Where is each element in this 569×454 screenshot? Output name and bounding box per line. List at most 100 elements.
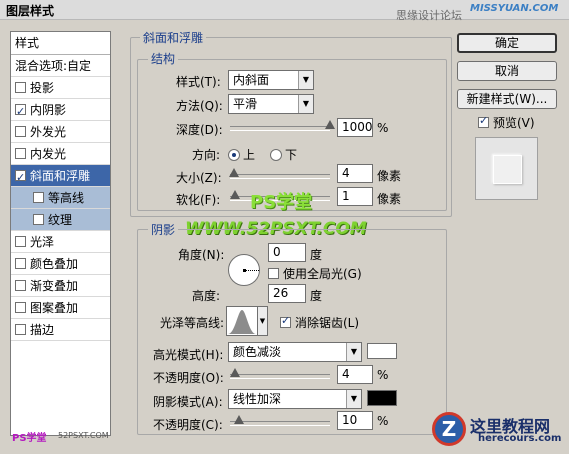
depth-slider-thumb[interactable] — [325, 120, 335, 129]
size-slider[interactable] — [229, 168, 330, 179]
style-item-checkbox[interactable] — [15, 236, 26, 247]
shadow-color-swatch[interactable] — [367, 390, 397, 406]
style-item-3[interactable]: 内发光 — [11, 143, 110, 165]
highlight-opacity-label: 不透明度(O): — [153, 371, 224, 385]
angle-input[interactable]: 0 — [268, 243, 306, 262]
structure-group-title: 结构 — [148, 50, 179, 67]
highlight-opacity-slider[interactable] — [230, 368, 330, 379]
bevel-group-title: 斜面和浮雕 — [140, 29, 207, 46]
antialias-option[interactable]: 消除锯齿(L) — [280, 314, 359, 331]
direction-up-radio[interactable] — [228, 149, 240, 161]
style-item-7[interactable]: 光泽 — [11, 231, 110, 253]
direction-up-option[interactable]: 上 — [228, 146, 255, 163]
styles-list: 样式 混合选项:自定 投影内阴影外发光内发光斜面和浮雕等高线纹理光泽颜色叠加渐变… — [10, 31, 111, 436]
altitude-unit: 度 — [310, 289, 323, 303]
style-item-checkbox[interactable] — [15, 101, 26, 123]
style-item-label: 内阴影 — [30, 103, 67, 117]
depth-input[interactable]: 1000 — [337, 118, 373, 137]
style-item-label: 斜面和浮雕 — [30, 169, 91, 183]
style-label: 样式(T): — [176, 75, 221, 89]
style-item-11[interactable]: 描边 — [11, 319, 110, 341]
soften-slider-thumb[interactable] — [230, 190, 240, 199]
highlight-opacity-input[interactable]: 4 — [337, 365, 373, 384]
style-item-label: 光泽 — [30, 235, 55, 249]
depth-label: 深度(D): — [176, 123, 223, 137]
window-title: 图层样式 — [6, 4, 55, 18]
style-item-4[interactable]: 斜面和浮雕 — [11, 165, 110, 189]
highlight-mode-label: 高光模式(H): — [153, 348, 224, 362]
shading-group-title: 阴影 — [148, 221, 179, 238]
style-item-checkbox[interactable] — [15, 324, 26, 335]
watermark-top-text: 思缘设计论坛 — [396, 9, 462, 22]
ok-button[interactable]: 确定 — [457, 33, 557, 53]
method-select-value: 平滑 — [233, 97, 258, 111]
depth-unit: % — [377, 121, 389, 135]
style-item-10[interactable]: 图案叠加 — [11, 297, 110, 319]
style-item-5[interactable]: 等高线 — [11, 187, 110, 209]
global-light-checkbox[interactable] — [268, 268, 279, 279]
cancel-button[interactable]: 取消 — [457, 61, 557, 81]
altitude-input[interactable]: 26 — [268, 284, 306, 303]
style-item-label: 内发光 — [30, 147, 67, 161]
antialias-checkbox[interactable] — [280, 314, 291, 328]
chevron-down-icon[interactable]: ▼ — [258, 306, 268, 336]
style-item-checkbox[interactable] — [15, 167, 26, 189]
style-item-checkbox[interactable] — [15, 302, 26, 313]
style-item-label: 描边 — [30, 323, 55, 337]
watermark-bottom-url: 52PSXT.COM — [58, 431, 109, 440]
highlight-mode-select[interactable]: 颜色减淡 ▼ — [228, 342, 362, 362]
style-item-label: 投影 — [30, 81, 55, 95]
global-light-option[interactable]: 使用全局光(G) — [268, 265, 362, 282]
highlight-opacity-unit: % — [377, 368, 389, 382]
watermark-top-logo: MISSYUAN.COM — [470, 3, 559, 14]
angle-dial[interactable] — [228, 254, 260, 286]
style-item-0[interactable]: 投影 — [11, 77, 110, 99]
style-item-9[interactable]: 渐变叠加 — [11, 275, 110, 297]
preview-option[interactable]: 预览(V) — [478, 114, 535, 131]
angle-label: 角度(N): — [178, 248, 225, 262]
style-preview-thumbnail — [475, 137, 538, 200]
shadow-opacity-thumb[interactable] — [234, 415, 244, 424]
direction-down-text: 下 — [285, 148, 298, 162]
styles-header[interactable]: 样式 — [11, 32, 110, 55]
preview-checkbox[interactable] — [478, 114, 489, 128]
size-input[interactable]: 4 — [337, 164, 373, 183]
style-item-checkbox[interactable] — [15, 280, 26, 291]
style-item-checkbox[interactable] — [15, 148, 26, 159]
highlight-color-swatch[interactable] — [367, 343, 397, 359]
method-select[interactable]: 平滑 ▼ — [228, 94, 314, 114]
angle-unit: 度 — [310, 248, 323, 262]
style-item-6[interactable]: 纹理 — [11, 209, 110, 231]
style-item-checkbox[interactable] — [15, 82, 26, 93]
global-light-text: 使用全局光(G) — [283, 267, 362, 281]
style-item-1[interactable]: 内阴影 — [11, 99, 110, 123]
soften-input[interactable]: 1 — [337, 187, 373, 206]
size-label: 大小(Z): — [176, 171, 222, 185]
style-item-label: 纹理 — [48, 213, 73, 227]
style-item-2[interactable]: 外发光 — [11, 121, 110, 143]
altitude-label: 高度: — [192, 289, 221, 303]
direction-down-radio[interactable] — [270, 149, 282, 161]
style-item-checkbox[interactable] — [15, 258, 26, 269]
shadow-opacity-label: 不透明度(C): — [153, 418, 223, 432]
style-item-checkbox[interactable] — [33, 192, 44, 203]
blend-options-item[interactable]: 混合选项:自定 — [11, 55, 110, 77]
new-style-button[interactable]: 新建样式(W)... — [457, 89, 557, 109]
size-slider-thumb[interactable] — [229, 168, 239, 177]
highlight-opacity-thumb[interactable] — [230, 368, 240, 377]
shadow-mode-select[interactable]: 线性加深 ▼ — [228, 389, 362, 409]
style-item-8[interactable]: 颜色叠加 — [11, 253, 110, 275]
depth-slider[interactable] — [230, 120, 335, 131]
direction-down-option[interactable]: 下 — [270, 146, 297, 163]
style-item-label: 颜色叠加 — [30, 257, 79, 271]
direction-up-text: 上 — [243, 148, 256, 162]
chevron-down-icon: ▼ — [346, 390, 361, 408]
shadow-opacity-input[interactable]: 10 — [337, 411, 373, 430]
style-item-checkbox[interactable] — [15, 126, 26, 137]
style-item-checkbox[interactable] — [33, 214, 44, 225]
site-url: herecours.com — [478, 433, 562, 444]
gloss-contour-picker[interactable] — [226, 306, 258, 336]
highlight-mode-value: 颜色减淡 — [233, 345, 282, 359]
shadow-opacity-slider[interactable] — [230, 415, 330, 426]
style-select[interactable]: 内斜面 ▼ — [228, 70, 314, 90]
